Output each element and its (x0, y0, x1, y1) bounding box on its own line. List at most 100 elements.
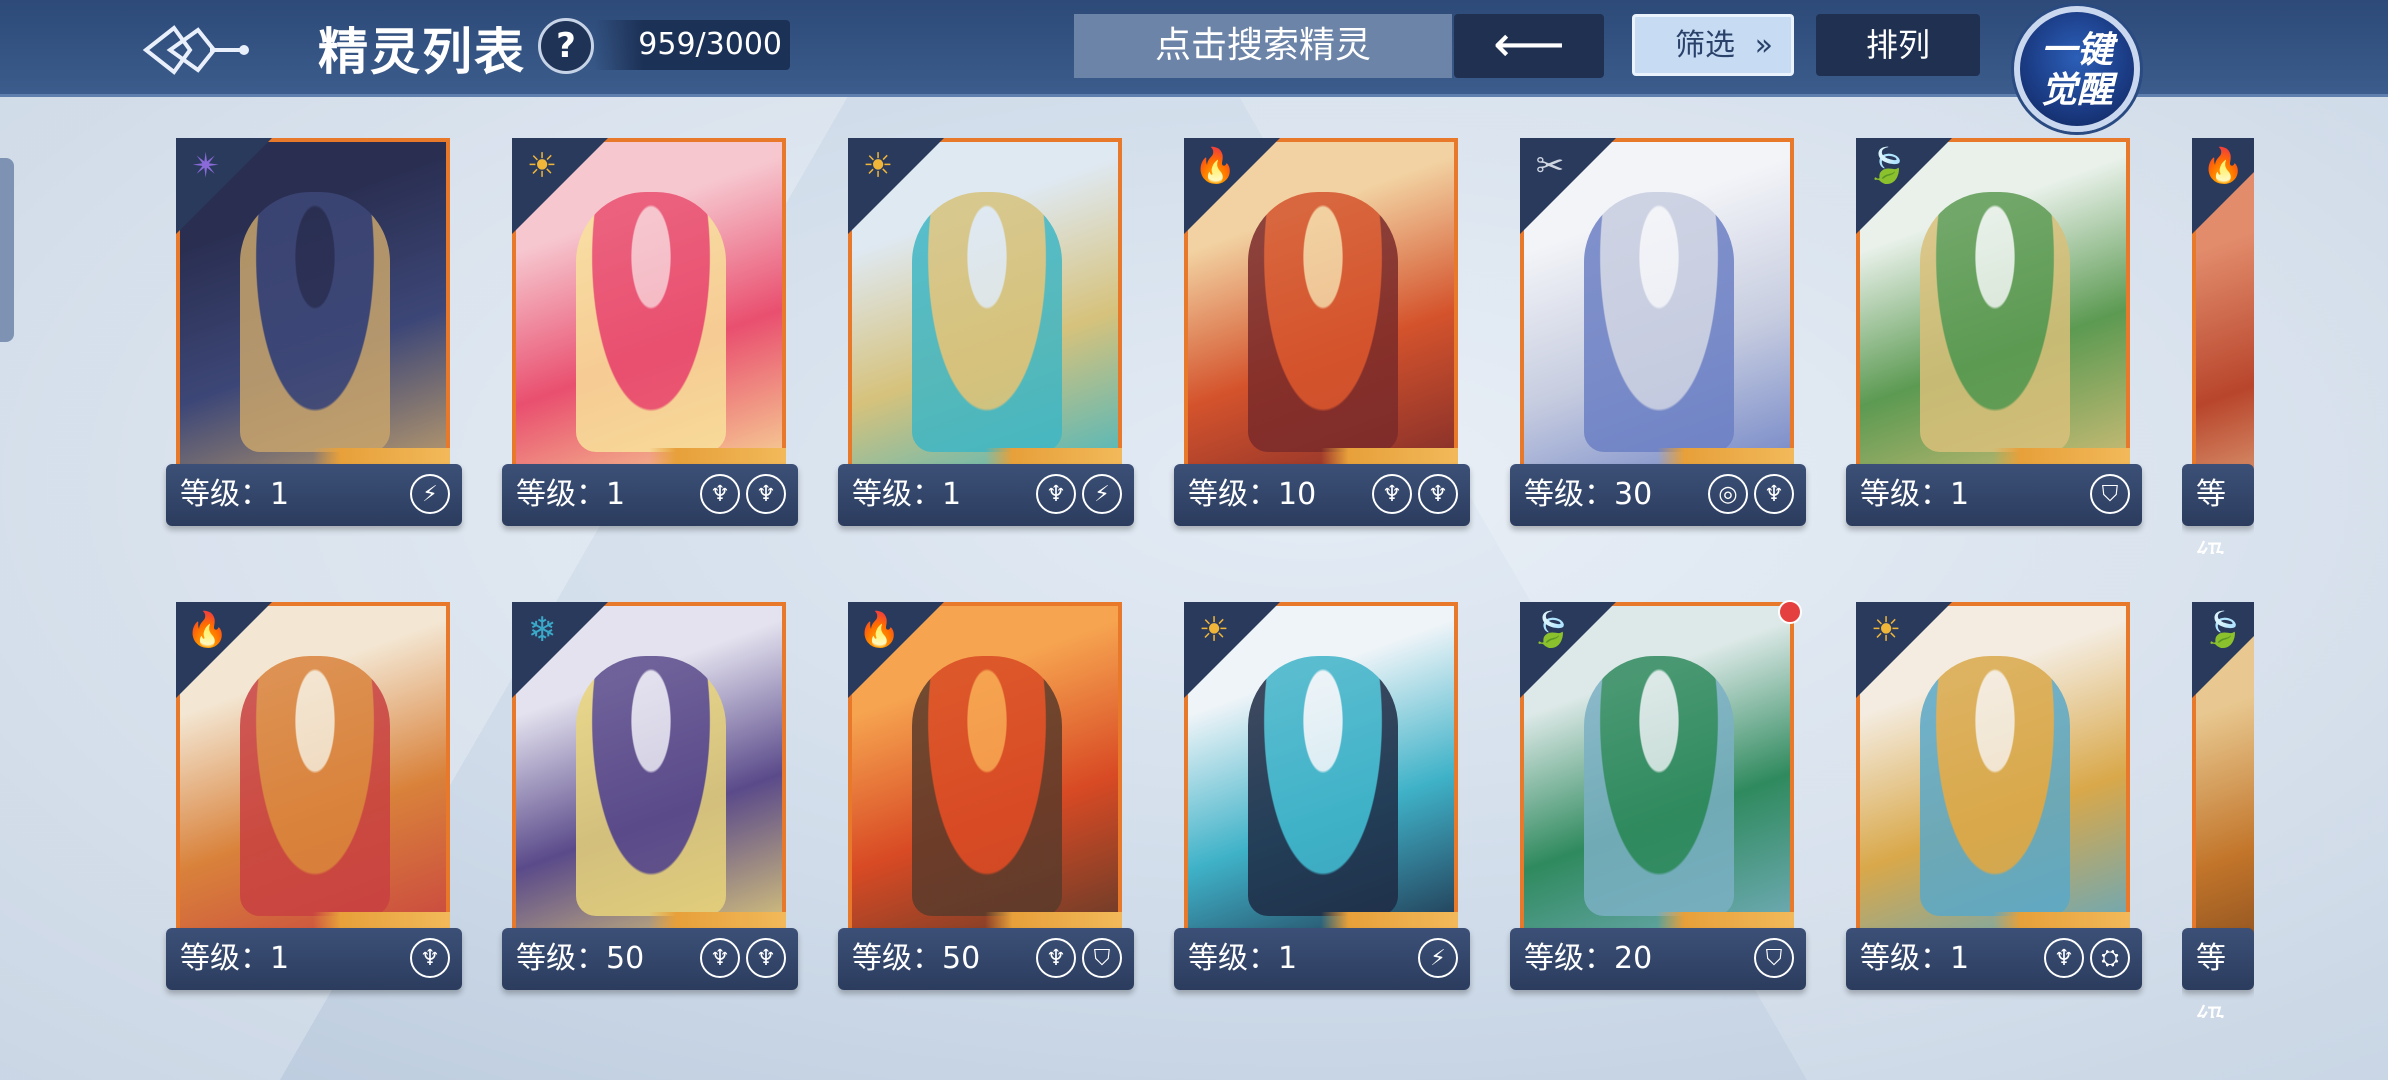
trait-badge-icon: ♆ (410, 938, 450, 978)
card-fire-partial-1[interactable]: 🔥 等级 (2182, 138, 2254, 554)
trait-badge-icon: ♆ (1036, 938, 1076, 978)
search-input[interactable]: 点击搜索精灵 (1074, 14, 1452, 78)
trait-badge-icon: ⚡ (410, 474, 450, 514)
level-label: 等级：30 (1524, 477, 1653, 512)
trait-badge-icon: ♆ (1754, 474, 1794, 514)
level-label: 等级：50 (516, 941, 645, 976)
water-element-icon: ❄ (527, 610, 557, 650)
side-drawer-handle[interactable] (0, 158, 14, 342)
filter-button[interactable]: 筛选 » (1632, 14, 1794, 76)
level-label: 等级 (2196, 477, 2226, 554)
card-hooded-boy[interactable]: ☀ 等级：1 ⚡ (1174, 602, 1470, 1018)
card-footer: 等级：50 ♆ ⛉ (838, 928, 1134, 990)
notification-dot (1778, 600, 1802, 624)
card-footer: 等级：1 ♆ ⚡ (838, 464, 1134, 526)
spirit-count: 959/3000 (594, 20, 790, 70)
level-label: 等级：1 (516, 477, 626, 512)
trait-badge-icon: ♆ (1036, 474, 1076, 514)
trait-badge-icon: ♆ (700, 938, 740, 978)
grass-element-icon: 🍃 (1530, 610, 1573, 650)
fire-element-icon: 🔥 (1194, 146, 1237, 186)
card-green-dragon[interactable]: 🍃 等级：1 ⛉ (1846, 138, 2142, 554)
trait-badges: ⛉ (2090, 474, 2130, 516)
trait-badge-icon: ⛉ (2090, 474, 2130, 514)
trait-badge-icon: ⚡ (1082, 474, 1122, 514)
trait-badges: ♆ ♆ (700, 938, 786, 980)
trait-badge-icon: ⚡ (1418, 938, 1458, 978)
dark-element-icon: ✴ (191, 146, 221, 186)
spirit-logo-icon (142, 25, 249, 75)
card-golden-knight[interactable]: ☀ 等级：1 ♆ ⛭ (1846, 602, 2142, 1018)
card-footer: 等级：1 ♆ ♆ (502, 464, 798, 526)
trait-badges: ◎ ♆ (1708, 474, 1794, 516)
card-footer: 等级 (2182, 928, 2254, 1018)
trait-badge-icon: ♆ (746, 938, 786, 978)
card-footer: 等级：10 ♆ ♆ (1174, 464, 1470, 526)
help-button[interactable]: ? (538, 18, 594, 74)
trait-badge-icon: ♆ (700, 474, 740, 514)
level-label: 等级：1 (180, 477, 290, 512)
trait-badges: ♆ ♆ (700, 474, 786, 516)
card-green-elf[interactable]: 🍃 等级：20 ⛉ (1510, 602, 1806, 1018)
card-white-dragon[interactable]: ☀ 等级：1 ♆ ⚡ (838, 138, 1134, 554)
trait-badge-icon: ⛭ (2090, 938, 2130, 978)
level-label: 等级：20 (1524, 941, 1653, 976)
trait-badges: ♆ ⛭ (2044, 938, 2130, 980)
left-arrow-icon: ⟵ (1493, 15, 1565, 73)
trait-badges: ♆ ⛉ (1036, 938, 1122, 980)
card-footer: 等级：1 ⛉ (1846, 464, 2142, 526)
level-label: 等级：1 (1860, 941, 1970, 976)
filter-label: 筛选 (1675, 28, 1735, 63)
trait-badges: ♆ (410, 938, 450, 980)
light-element-icon: ☀ (1870, 610, 1902, 650)
trait-badges: ♆ ♆ (1372, 474, 1458, 516)
card-footer: 等级：20 ⛉ (1510, 928, 1806, 990)
trait-badge-icon: ♆ (2044, 938, 2084, 978)
card-footer: 等级：1 ⚡ (1174, 928, 1470, 990)
trait-badges: ⚡ (1418, 938, 1458, 980)
trait-badge-icon: ♆ (1418, 474, 1458, 514)
level-label: 等级：1 (1188, 941, 1298, 976)
card-footer: 等级 (2182, 464, 2254, 554)
level-label: 等级：50 (852, 941, 981, 976)
fire-element-icon: 🔥 (2202, 146, 2245, 186)
light-element-icon: ☀ (1198, 610, 1230, 650)
chevron-double-down-icon: » (1754, 28, 1773, 63)
sort-button[interactable]: 排列 (1816, 14, 1980, 76)
level-label: 等级 (2196, 941, 2226, 1018)
trait-badge-icon: ♆ (1372, 474, 1412, 514)
card-white-elf[interactable]: ✂ 等级：30 ◎ ♆ (1510, 138, 1806, 554)
card-footer: 等级：30 ◎ ♆ (1510, 464, 1806, 526)
card-footer: 等级：50 ♆ ♆ (502, 928, 798, 990)
card-fire-boy[interactable]: 🔥 等级：50 ♆ ⛉ (838, 602, 1134, 1018)
fire-element-icon: 🔥 (858, 610, 901, 650)
trait-badge-icon: ⛉ (1754, 938, 1794, 978)
card-footer: 等级：1 ♆ ⛭ (1846, 928, 2142, 990)
neutral-element-icon: ✂ (1535, 146, 1565, 186)
light-element-icon: ☀ (526, 146, 558, 186)
card-fox-demon[interactable]: ✴ 等级：1 ⚡ (166, 138, 462, 554)
card-fox-goggles[interactable]: 🔥 等级：1 ♆ (166, 602, 462, 1018)
card-footer: 等级：1 ⚡ (166, 464, 462, 526)
page-title: 精灵列表 (318, 23, 526, 81)
grass-element-icon: 🍃 (1866, 146, 1909, 186)
one-click-awaken-button[interactable]: 一键 觉醒 (2014, 6, 2140, 132)
level-label: 等级：1 (852, 477, 962, 512)
trait-badge-icon: ◎ (1708, 474, 1748, 514)
card-purple-dragonman[interactable]: ❄ 等级：50 ♆ ♆ (502, 602, 798, 1018)
level-label: 等级：1 (180, 941, 290, 976)
trait-badges: ⛉ (1754, 938, 1794, 980)
card-footer: 等级：1 ♆ (166, 928, 462, 990)
light-element-icon: ☀ (862, 146, 894, 186)
back-arrow-button[interactable]: ⟵ (1454, 14, 1604, 78)
level-label: 等级：1 (1860, 477, 1970, 512)
card-red-warrior[interactable]: 🔥 等级：10 ♆ ♆ (1174, 138, 1470, 554)
fire-element-icon: 🔥 (186, 610, 229, 650)
trait-badge-icon: ⛉ (1082, 938, 1122, 978)
card-pink-girl[interactable]: ☀ 等级：1 ♆ ♆ (502, 138, 798, 554)
trait-badges: ♆ ⚡ (1036, 474, 1122, 516)
trait-badges: ⚡ (410, 474, 450, 516)
level-label: 等级：10 (1188, 477, 1317, 512)
grass-element-icon: 🍃 (2202, 610, 2245, 650)
card-grass-partial-2[interactable]: 🍃 等级 (2182, 602, 2254, 1018)
